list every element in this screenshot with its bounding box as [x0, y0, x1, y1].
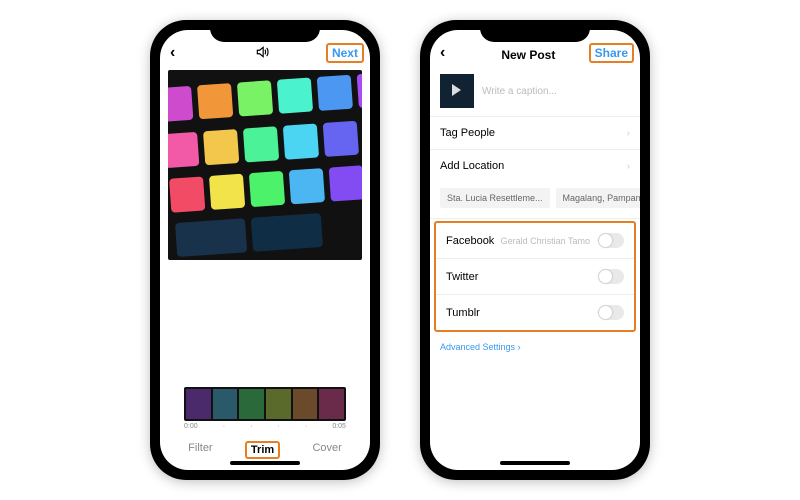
share-tumblr-label: Tumblr — [446, 307, 480, 319]
share-twitter-label: Twitter — [446, 271, 478, 283]
add-location-label: Add Location — [440, 160, 504, 172]
caption-row[interactable]: Write a caption... — [430, 66, 640, 117]
post-form: Write a caption... Tag People › Add Loca… — [430, 66, 640, 360]
chevron-right-icon: › — [518, 342, 521, 352]
tab-filter[interactable]: Filter — [188, 442, 212, 458]
share-facebook-row[interactable]: Facebook Gerald Christian Tamo — [436, 223, 634, 259]
share-facebook-label: Facebook — [446, 235, 494, 247]
share-options: Facebook Gerald Christian Tamo Twitter T… — [434, 221, 636, 332]
back-icon[interactable]: ‹ — [170, 44, 194, 62]
time-end: 0:05 — [332, 423, 346, 430]
next-button[interactable]: Next — [326, 43, 364, 63]
share-tumblr-row[interactable]: Tumblr — [436, 295, 634, 330]
tumblr-toggle[interactable] — [598, 305, 624, 320]
chevron-right-icon: › — [627, 161, 630, 172]
advanced-settings-label: Advanced Settings — [440, 342, 515, 352]
twitter-toggle[interactable] — [598, 269, 624, 284]
caption-input[interactable]: Write a caption... — [482, 86, 557, 97]
sound-on-icon[interactable] — [250, 45, 274, 62]
tag-people-label: Tag People — [440, 127, 495, 139]
nav-newpost: ‹ New Post Share — [430, 30, 640, 66]
location-chip[interactable]: Sta. Lucia Resettleme... — [440, 188, 550, 208]
screen-newpost: ‹ New Post Share Write a caption... Tag … — [430, 30, 640, 470]
timeline-scale: 0:00 ···· 0:05 — [170, 421, 360, 434]
chevron-right-icon: › — [627, 128, 630, 139]
timeline-zone: 0:00 ···· 0:05 Filter Trim Cover — [160, 387, 370, 470]
phone-edit: ‹ Next — [150, 20, 380, 480]
home-indicator[interactable] — [230, 461, 300, 465]
video-preview[interactable] — [168, 70, 362, 260]
phone-newpost: ‹ New Post Share Write a caption... Tag … — [420, 20, 650, 480]
screen-edit: ‹ Next — [160, 30, 370, 470]
location-suggestions: Sta. Lucia Resettleme... Magalang, Pampa… — [430, 182, 640, 219]
share-facebook-account: Gerald Christian Tamo — [501, 236, 590, 246]
nav-edit: ‹ Next — [160, 30, 370, 66]
back-icon[interactable]: ‹ — [440, 44, 464, 62]
home-indicator[interactable] — [500, 461, 570, 465]
page-title: New Post — [464, 48, 593, 62]
time-start: 0:00 — [184, 423, 198, 430]
share-button[interactable]: Share — [589, 43, 634, 63]
tab-cover[interactable]: Cover — [312, 442, 341, 458]
facebook-toggle[interactable] — [598, 233, 624, 248]
share-twitter-row[interactable]: Twitter — [436, 259, 634, 295]
add-location-row[interactable]: Add Location › — [430, 150, 640, 182]
trim-timeline[interactable] — [184, 387, 346, 421]
advanced-settings-link[interactable]: Advanced Settings › — [430, 334, 640, 360]
tab-trim[interactable]: Trim — [245, 441, 280, 459]
tag-people-row[interactable]: Tag People › — [430, 117, 640, 150]
location-chip[interactable]: Magalang, Pampanga — [556, 188, 640, 208]
video-thumbnail[interactable] — [440, 74, 474, 108]
